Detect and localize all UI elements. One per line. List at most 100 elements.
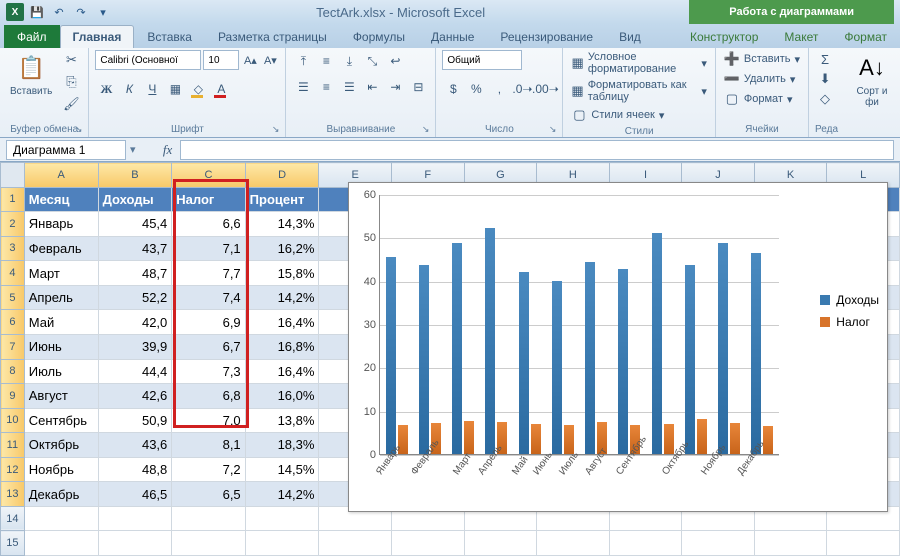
sort-filter-button[interactable]: A↓ Сорт и фи (850, 50, 894, 110)
wrap-text-icon[interactable]: ↩ (384, 50, 406, 72)
number-launcher-icon[interactable]: ↘ (549, 124, 557, 135)
cell[interactable]: Март (24, 261, 98, 286)
border-icon[interactable]: ▦ (164, 78, 186, 100)
paste-button[interactable]: 📋 Вставить (6, 50, 56, 99)
tab-chart-layout[interactable]: Макет (771, 25, 831, 48)
cell[interactable]: 45,4 (98, 212, 172, 237)
font-size-input[interactable] (203, 50, 239, 70)
underline-button[interactable]: Ч (141, 78, 163, 100)
currency-icon[interactable]: $ (442, 78, 464, 100)
clipboard-launcher-icon[interactable]: ↘ (75, 124, 83, 135)
redo-icon[interactable]: ↷ (72, 3, 90, 21)
cell[interactable]: Май (24, 310, 98, 335)
tab-layout[interactable]: Разметка страницы (205, 25, 340, 48)
chart-object[interactable]: 0102030405060 ЯнварьФевральМартАпрельМай… (348, 182, 888, 512)
row-header[interactable]: 10 (1, 408, 25, 433)
column-header[interactable]: B (98, 163, 172, 188)
cell[interactable] (827, 531, 900, 556)
cell[interactable]: Налог (172, 187, 245, 212)
row-header[interactable]: 6 (1, 310, 25, 335)
cell[interactable]: Доходы (98, 187, 172, 212)
align-middle-icon[interactable]: ≡ (315, 50, 337, 72)
cell[interactable]: Сентябрь (24, 408, 98, 433)
format-cells-button[interactable]: ▢Формат ▾ (722, 90, 795, 108)
cell[interactable] (24, 506, 98, 531)
decrease-decimal-icon[interactable]: .00➝ (534, 78, 556, 100)
row-header[interactable]: 8 (1, 359, 25, 384)
cell[interactable]: 42,6 (98, 384, 172, 409)
bold-button[interactable]: Ж (95, 78, 117, 100)
cell[interactable]: 46,5 (98, 482, 172, 507)
formula-input[interactable] (180, 140, 894, 160)
align-bottom-icon[interactable]: ⤓ (338, 50, 360, 72)
cell[interactable]: 6,8 (172, 384, 245, 409)
indent-increase-icon[interactable]: ⇥ (384, 76, 406, 98)
cell[interactable] (464, 531, 537, 556)
cut-icon[interactable]: ✂ (60, 50, 82, 70)
cell[interactable]: 7,4 (172, 285, 245, 310)
merge-icon[interactable]: ⊟ (407, 76, 429, 98)
cell[interactable]: 6,9 (172, 310, 245, 335)
cell[interactable]: 7,7 (172, 261, 245, 286)
row-header[interactable]: 3 (1, 236, 25, 261)
cell[interactable]: Июнь (24, 334, 98, 359)
indent-decrease-icon[interactable]: ⇤ (361, 76, 383, 98)
cell[interactable]: Апрель (24, 285, 98, 310)
cell[interactable]: 7,0 (172, 408, 245, 433)
cell[interactable] (754, 531, 827, 556)
tab-view[interactable]: Вид (606, 25, 654, 48)
cell[interactable]: 18,3% (245, 433, 319, 458)
cell[interactable] (392, 531, 465, 556)
cell[interactable]: 6,6 (172, 212, 245, 237)
number-format-input[interactable] (442, 50, 522, 70)
fill-icon[interactable]: ⬇ (815, 70, 835, 88)
italic-button[interactable]: К (118, 78, 140, 100)
cell[interactable] (245, 531, 319, 556)
excel-icon[interactable]: X (6, 3, 24, 21)
font-launcher-icon[interactable]: ↘ (272, 124, 280, 135)
row-header[interactable]: 7 (1, 334, 25, 359)
cell[interactable]: Февраль (24, 236, 98, 261)
row-header[interactable]: 9 (1, 384, 25, 409)
cell[interactable]: 6,7 (172, 334, 245, 359)
percent-icon[interactable]: % (465, 78, 487, 100)
cell[interactable]: 43,7 (98, 236, 172, 261)
shrink-font-icon[interactable]: A▾ (261, 50, 279, 70)
cell[interactable]: Месяц (24, 187, 98, 212)
namebox-dropdown-icon[interactable]: ▾ (130, 143, 136, 156)
cell[interactable] (537, 531, 610, 556)
cell[interactable]: 7,3 (172, 359, 245, 384)
tab-review[interactable]: Рецензирование (487, 25, 606, 48)
delete-cells-button[interactable]: ➖Удалить ▾ (722, 70, 798, 88)
align-top-icon[interactable]: ⤒ (292, 50, 314, 72)
cell[interactable]: 15,8% (245, 261, 319, 286)
cell[interactable]: 16,4% (245, 359, 319, 384)
cell[interactable]: 44,4 (98, 359, 172, 384)
cell[interactable]: 16,8% (245, 334, 319, 359)
cell[interactable]: 14,2% (245, 482, 319, 507)
cell-styles-button[interactable]: ▢Стили ячеек ▾ (569, 106, 666, 124)
cell[interactable] (98, 506, 172, 531)
insert-cells-button[interactable]: ➕Вставить ▾ (722, 50, 802, 68)
cell[interactable]: 52,2 (98, 285, 172, 310)
cell[interactable] (319, 531, 392, 556)
cell[interactable]: 7,2 (172, 457, 245, 482)
cell[interactable]: Октябрь (24, 433, 98, 458)
row-header[interactable]: 2 (1, 212, 25, 237)
cell[interactable]: Январь (24, 212, 98, 237)
cell[interactable]: 13,8% (245, 408, 319, 433)
format-painter-icon[interactable]: 🖌 (60, 94, 82, 114)
tab-insert[interactable]: Вставка (134, 25, 205, 48)
tab-chart-format[interactable]: Формат (831, 25, 900, 48)
cell[interactable] (682, 531, 755, 556)
cell[interactable] (172, 506, 245, 531)
cell[interactable]: 14,2% (245, 285, 319, 310)
cell[interactable]: 43,6 (98, 433, 172, 458)
name-box[interactable] (6, 140, 126, 160)
format-as-table-button[interactable]: ▦Форматировать как таблицу ▾ (569, 78, 708, 104)
tab-home[interactable]: Главная (60, 25, 135, 48)
cell[interactable]: 42,0 (98, 310, 172, 335)
font-name-input[interactable] (95, 50, 201, 70)
cell[interactable]: 48,7 (98, 261, 172, 286)
increase-decimal-icon[interactable]: .0➝ (511, 78, 533, 100)
